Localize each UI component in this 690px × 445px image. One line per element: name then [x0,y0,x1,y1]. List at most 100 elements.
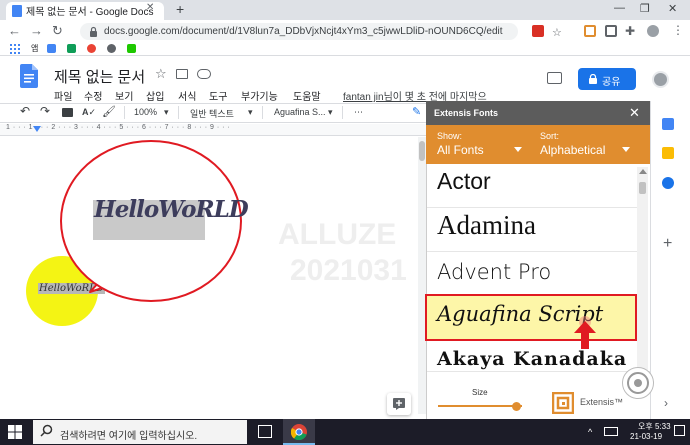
show-caret-icon[interactable] [514,147,522,152]
naver-icon[interactable] [127,44,136,53]
menu-insert[interactable]: 삽입 [146,88,164,103]
keep-icon[interactable] [662,147,674,159]
drive-icon[interactable] [67,44,76,53]
share-button[interactable]: 공유 [578,68,636,90]
scroll-up-icon[interactable] [639,169,647,174]
extension-badge-icon[interactable] [532,25,544,37]
docs-favicon-icon [12,5,22,17]
move-folder-icon[interactable] [176,69,188,79]
menu-view[interactable]: 보기 [115,88,133,103]
menu-tools[interactable]: 도구 [209,88,227,103]
font-item-adamina[interactable]: Adamina [427,208,637,252]
sort-select[interactable]: Alphabetical [540,143,605,157]
watermark-text: 2021031 [290,254,407,287]
menu-addons[interactable]: 부가기능 [241,88,278,103]
zoom-caret-icon[interactable]: ▾ [164,107,169,118]
sort-caret-icon[interactable] [622,147,630,152]
document-title[interactable]: 제목 없는 문서 [54,66,145,87]
menu-file[interactable]: 파일 [54,88,72,103]
star-icon[interactable]: ☆ [155,66,167,82]
globe-icon[interactable] [107,44,116,53]
task-view-icon[interactable] [258,425,272,438]
profile-icon[interactable] [647,25,659,37]
menu-edit[interactable]: 수정 [84,88,102,103]
menu-help[interactable]: 도움말 [293,88,321,103]
font-list-scroll-thumb[interactable] [639,182,646,194]
add-addon-icon[interactable]: + [663,235,672,253]
redo-icon[interactable]: ↷ [40,104,50,118]
show-select[interactable]: All Fonts [437,143,484,157]
document-scroll-thumb[interactable] [419,141,425,161]
reload-icon[interactable]: ↻ [52,23,63,39]
font-list-scrollbar[interactable] [637,167,648,370]
edit-mode-pencil-icon[interactable]: ✎ [412,105,421,118]
extensis-panel-title: Extensis Fonts [434,108,499,118]
google-icon[interactable] [87,44,96,53]
url-text: docs.google.com/document/d/1V8lun7a_DDbV… [104,26,503,37]
lock-icon[interactable] [89,26,98,37]
size-slider-track[interactable] [438,405,522,407]
font-caret-icon[interactable]: ▾ [328,107,333,118]
font-item-aguafina-script-selected[interactable]: Aguafina Script [425,294,637,341]
back-icon[interactable]: ← [8,23,21,38]
paint-format-icon[interactable]: 🖌 [102,105,116,118]
apps-grid-icon[interactable] [10,44,20,54]
tasks-icon[interactable] [662,177,674,189]
taskbar-clock-date[interactable]: 21-03-19 [630,432,662,441]
indent-marker-icon[interactable] [33,126,41,132]
font-select[interactable]: Aguafina S... [274,107,326,117]
font-item-actor[interactable]: Actor [427,164,637,208]
minimize-icon[interactable]: — [614,2,625,14]
side-panel-toggle-icon[interactable]: › [664,396,668,410]
tray-chevron-icon[interactable]: ^ [588,427,592,437]
docs-logo-icon[interactable] [20,64,38,88]
size-slider-thumb[interactable] [511,402,521,411]
bookmark-star-icon[interactable]: ☆ [552,26,562,39]
watermark-text: ALLUZE [278,218,397,251]
cast-icon[interactable] [605,25,617,37]
font-item-label: Actor [437,168,491,194]
extensis-extension-icon[interactable] [584,25,596,37]
network-icon[interactable] [604,427,618,436]
windows-start-icon[interactable] [8,425,22,439]
more-tools-icon[interactable]: ⋯ [354,107,363,118]
new-tab-icon[interactable]: + [176,1,184,17]
apps-label[interactable]: 앱 [31,43,38,54]
menu-format[interactable]: 서식 [178,88,196,103]
restore-icon[interactable]: ❐ [640,2,650,15]
print-icon[interactable] [62,108,73,117]
forward-icon[interactable]: → [30,23,43,38]
window-close-icon[interactable]: ✕ [668,2,677,15]
notifications-icon[interactable] [674,425,685,436]
add-comment-button[interactable] [387,393,411,415]
font-item-label: Advent Pro [437,260,552,284]
toolbar-separator [124,106,125,119]
bookmarks-bar [0,42,690,56]
document-scrollbar[interactable] [418,137,426,414]
chrome-menu-icon[interactable]: ⋮ [672,23,684,37]
sort-label: Sort: [540,131,560,141]
taskbar-clock-time[interactable]: 오후 5:33 [638,421,671,432]
bookmark-icon[interactable] [47,44,56,53]
comments-icon[interactable] [547,72,562,84]
zoom-select[interactable]: 100% [134,107,157,117]
extensions-puzzle-icon[interactable]: ✚ [625,24,635,38]
cloud-status-icon [197,69,211,79]
calendar-icon[interactable] [662,118,674,130]
undo-icon[interactable]: ↶ [20,104,30,118]
style-select[interactable]: 일반 텍스트 [190,107,234,120]
zoomed-text: HelloWoRLD [94,196,249,223]
watermark-logo-icon [622,367,654,399]
spellcheck-icon[interactable]: A✓ [82,107,96,118]
size-label: Size [472,388,488,397]
panel-close-icon[interactable]: ✕ [629,105,640,121]
font-item-akaya-kanadaka[interactable]: Akaya Kanadaka [427,341,637,372]
font-item-advent-pro[interactable]: Advent Pro [427,252,637,296]
extensis-panel-footer [427,371,650,419]
tab-close-icon[interactable]: ✕ [146,2,154,13]
account-avatar[interactable] [652,71,669,88]
extensis-logo-icon [552,392,574,414]
share-lock-icon [589,74,597,84]
style-caret-icon[interactable]: ▾ [248,107,253,118]
font-item-label: Akaya Kanadaka [437,348,628,370]
